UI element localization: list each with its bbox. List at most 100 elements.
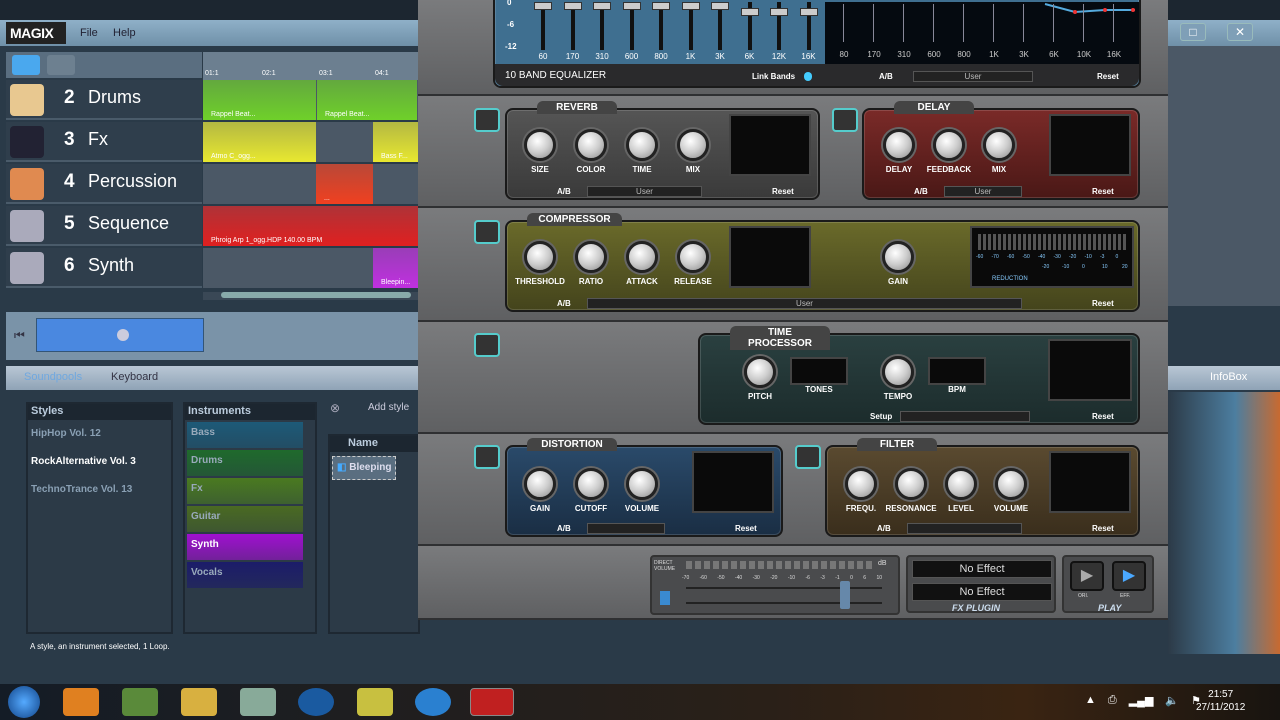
delay-ab-button[interactable]: A/B — [914, 187, 928, 196]
play-original-button[interactable]: ▶ — [1070, 561, 1104, 591]
maximize-button[interactable]: □ — [1180, 23, 1206, 41]
cutoff-knob[interactable] — [575, 468, 607, 500]
clock[interactable]: 21:57 27/11/2012 — [1196, 688, 1245, 714]
instrument-item[interactable]: Bass — [187, 422, 303, 448]
distortion-ab-button[interactable]: A/B — [557, 524, 571, 533]
infobox-tab[interactable]: InfoBox — [1210, 371, 1247, 383]
distortion-power-button[interactable] — [474, 445, 500, 469]
filter-power-button[interactable] — [795, 445, 821, 469]
zoom-slider[interactable] — [36, 318, 204, 352]
audio-clip[interactable]: Rappel Beat... — [203, 80, 316, 120]
instrument-item[interactable]: Synth — [187, 534, 303, 560]
instrument-item[interactable]: Guitar — [187, 506, 303, 532]
delay-knob[interactable] — [883, 129, 915, 161]
feedback-knob[interactable] — [933, 129, 965, 161]
mix-knob[interactable] — [983, 129, 1015, 161]
tempo-knob[interactable] — [882, 356, 914, 388]
grid-view-button[interactable] — [47, 55, 75, 75]
eq-slider-handle[interactable] — [563, 2, 582, 10]
track-header-synth[interactable]: 6 Synth — [6, 248, 202, 288]
audio-clip[interactable]: Phroig Arp 1_ogg.HDP 140.00 BPM — [203, 206, 418, 246]
eq-slider-handle[interactable] — [652, 2, 670, 10]
eq-slider-handle[interactable] — [711, 2, 729, 10]
audio-clip[interactable]: ... — [316, 164, 373, 204]
eq-slider-handle[interactable] — [770, 8, 788, 16]
tab-keyboard[interactable]: Keyboard — [111, 371, 158, 383]
volume-slider-handle[interactable] — [840, 581, 850, 609]
eq-slider-handle[interactable] — [740, 8, 759, 16]
play-effect-button[interactable]: ▶ — [1112, 561, 1146, 591]
menu-help[interactable]: Help — [113, 27, 136, 39]
compressor-reset-button[interactable]: Reset — [1092, 299, 1114, 308]
taskbar-app2-icon[interactable] — [240, 688, 276, 716]
menu-file[interactable]: File — [80, 27, 98, 39]
filter-reset-button[interactable]: Reset — [1092, 524, 1114, 533]
link-bands-toggle[interactable] — [804, 72, 812, 81]
loop-item[interactable]: ◧ Bleeping — [332, 456, 396, 480]
pitch-knob[interactable] — [744, 356, 776, 388]
time-knob[interactable] — [626, 129, 658, 161]
delay-reset-button[interactable]: Reset — [1092, 187, 1114, 196]
single-view-button[interactable] — [12, 55, 40, 75]
timeline-ruler[interactable]: 01:1 02:1 03:1 04:1 — [203, 52, 418, 80]
show-hidden-icon[interactable]: ▲ — [1085, 694, 1096, 707]
track-header-sequence[interactable]: 5 Sequence — [6, 206, 202, 246]
mix-knob[interactable] — [677, 129, 709, 161]
eq-slider-handle[interactable] — [534, 2, 552, 10]
tab-soundpools[interactable]: Soundpools — [24, 371, 82, 383]
attack-knob[interactable] — [626, 241, 658, 273]
audio-clip[interactable]: Atmo C_ogg... — [203, 122, 316, 162]
timeline-scrollbar[interactable] — [203, 292, 418, 300]
taskbar-ie-icon[interactable] — [415, 688, 451, 716]
lock-icon[interactable] — [660, 591, 670, 605]
distortion-preset-select[interactable] — [587, 523, 665, 534]
resonance-knob[interactable] — [895, 468, 927, 500]
start-button[interactable] — [8, 686, 40, 718]
style-item[interactable]: TechnoTrance Vol. 13 — [28, 476, 171, 504]
volume-knob[interactable] — [626, 468, 658, 500]
eq-slider-handle[interactable] — [593, 2, 611, 10]
audio-clip[interactable]: Bleepin... — [373, 248, 418, 288]
volume-icon[interactable]: 🔈 — [1165, 694, 1179, 707]
compressor-ab-button[interactable]: A/B — [557, 299, 571, 308]
instrument-item[interactable]: Fx — [187, 478, 303, 504]
release-knob[interactable] — [677, 241, 709, 273]
filter-ab-button[interactable]: A/B — [877, 524, 891, 533]
style-item[interactable]: RockAlternative Vol. 3 — [28, 448, 171, 476]
eq-preset-select[interactable]: User — [913, 71, 1033, 82]
audio-clip[interactable]: Rappel Beat... — [317, 80, 417, 120]
threshold-knob[interactable] — [524, 241, 556, 273]
compressor-power-button[interactable] — [474, 220, 500, 244]
eq-slider-handle[interactable] — [799, 8, 818, 16]
compressor-preset-select[interactable]: User — [587, 298, 1022, 309]
time-processor-power-button[interactable] — [474, 333, 500, 357]
filter-preset-select[interactable] — [907, 523, 1022, 534]
delay-power-button[interactable] — [832, 108, 858, 132]
close-button[interactable]: ✕ — [1227, 23, 1253, 41]
volume-slider-track[interactable] — [686, 587, 882, 589]
taskbar-hp-icon[interactable] — [298, 688, 334, 716]
size-knob[interactable] — [524, 129, 556, 161]
time-processor-select[interactable] — [900, 411, 1030, 422]
track-header-fx[interactable]: 3 Fx — [6, 122, 202, 162]
eq-slider-handle[interactable] — [622, 2, 641, 10]
rewind-icon[interactable]: ⏮ — [14, 328, 25, 343]
taskbar-media-icon[interactable] — [63, 688, 99, 716]
reverb-ab-button[interactable]: A/B — [557, 187, 571, 196]
setup-button[interactable]: Setup — [870, 412, 892, 421]
taskbar-folder-icon[interactable] — [181, 688, 217, 716]
name-column-header[interactable]: Name — [330, 436, 418, 452]
gain-knob[interactable] — [882, 241, 914, 273]
action-center-icon[interactable]: ⎙ — [1108, 694, 1117, 707]
style-item[interactable]: HipHop Vol. 12 — [28, 420, 171, 448]
clear-icon[interactable]: ⊗ — [330, 401, 340, 415]
eq-reset-button[interactable]: Reset — [1097, 72, 1119, 81]
frequ-knob[interactable] — [845, 468, 877, 500]
taskbar-app-icon[interactable] — [122, 688, 158, 716]
track-header-drums[interactable]: 2 Drums — [6, 80, 202, 120]
fx-plugin-slot-1[interactable]: No Effect — [912, 560, 1052, 578]
instrument-item[interactable]: Drums — [187, 450, 303, 476]
fx-plugin-slot-2[interactable]: No Effect — [912, 583, 1052, 601]
reverb-reset-button[interactable]: Reset — [772, 187, 794, 196]
color-knob[interactable] — [575, 129, 607, 161]
